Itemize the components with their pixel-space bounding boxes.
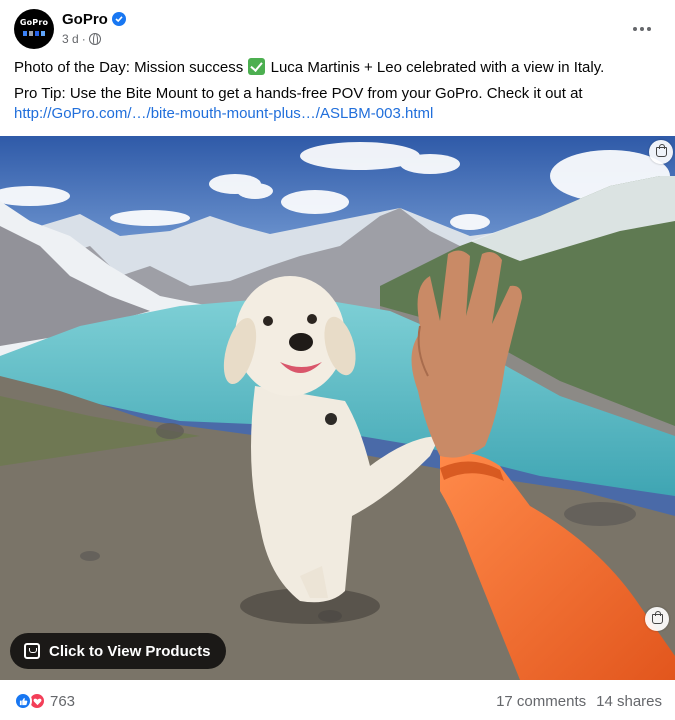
shopping-bag-icon (24, 643, 40, 659)
shop-tag-icon[interactable] (649, 140, 673, 164)
caption-text-before-emoji: Photo of the Day: Mission success (14, 59, 244, 76)
globe-icon (88, 33, 101, 45)
reaction-icons (14, 692, 46, 710)
like-icon (14, 692, 32, 710)
caption-paragraph-1: Photo of the Day: Mission success Luca M… (14, 58, 662, 78)
page-name[interactable]: GoPro (62, 11, 108, 28)
page-avatar[interactable]: GoPro (14, 9, 54, 49)
post-caption: Photo of the Day: Mission success Luca M… (14, 58, 662, 130)
view-products-label: Click to View Products (49, 642, 211, 660)
check-mark-icon (248, 58, 266, 75)
post-header: GoPro GoPro 3 d · (14, 9, 664, 49)
more-options-icon[interactable] (628, 15, 656, 43)
page-name-row: GoPro (62, 10, 126, 28)
avatar-logo-bars (23, 31, 45, 36)
shares-count[interactable]: 14 shares (596, 693, 662, 710)
engagement-stats: 17 comments 14 shares (496, 693, 662, 710)
view-products-button[interactable]: Click to View Products (10, 633, 227, 669)
avatar-logo-text: GoPro (19, 18, 49, 27)
reaction-count: 763 (50, 692, 76, 710)
meta-separator: · (81, 32, 86, 46)
post-footer: 763 17 comments 14 shares (14, 688, 662, 714)
reactions-summary[interactable]: 763 (14, 692, 75, 710)
comments-count[interactable]: 17 comments (496, 693, 586, 710)
post-photo[interactable]: Click to View Products (0, 136, 675, 680)
caption-link[interactable]: http://GoPro.com/…/bite-mouth-mount-plus… (14, 105, 433, 122)
feed-post: GoPro GoPro 3 d · Photo of the Day: Miss… (0, 0, 675, 720)
caption-text-after-emoji: Luca Martinis + Leo celebrated with a vi… (270, 59, 605, 76)
shop-tag-icon[interactable] (645, 607, 669, 631)
caption-paragraph-2: Pro Tip: Use the Bite Mount to get a han… (14, 84, 662, 124)
post-time[interactable]: 3 d (62, 32, 79, 46)
verified-icon (111, 12, 126, 26)
photo-scene (0, 136, 675, 680)
post-meta: 3 d · (62, 31, 101, 47)
caption-pro-tip: Pro Tip: Use the Bite Mount to get a han… (14, 85, 583, 102)
